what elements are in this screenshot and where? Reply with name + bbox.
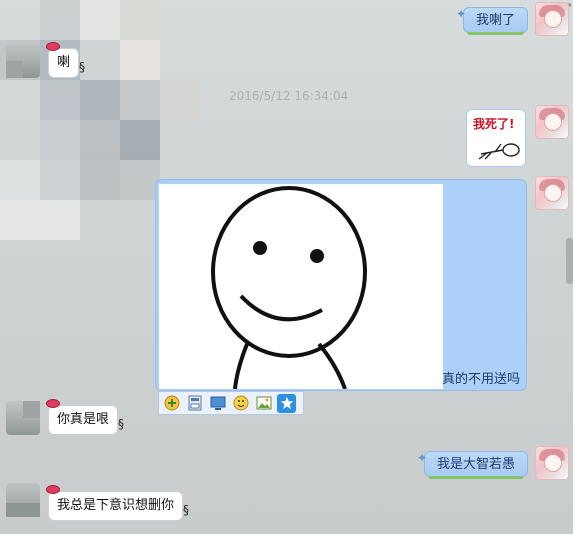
hook-decoration-icon: §	[79, 60, 86, 74]
hook-decoration-icon: §	[183, 503, 190, 517]
fairy-decoration-icon: ✦	[417, 451, 428, 465]
message-bubble-sent[interactable]: ✦ 我是大智若愚	[417, 451, 529, 479]
message-text: 我喇了	[476, 13, 516, 28]
lips-decoration-icon	[46, 485, 60, 494]
message-bubble-received[interactable]: 我总是下意识想删你 §	[46, 485, 189, 521]
timestamp: 2016/5/12 16:34:04	[229, 89, 349, 103]
lips-decoration-icon	[46, 42, 60, 51]
message-text: 喇	[57, 55, 71, 70]
favorite-icon[interactable]	[277, 393, 296, 413]
bubble-underline	[467, 32, 525, 35]
message-text: 我总是下意识想删你	[57, 498, 175, 513]
avatar[interactable]	[535, 446, 569, 480]
scrollbar-thumb[interactable]	[566, 238, 573, 284]
screen-icon[interactable]	[208, 394, 227, 413]
emoticon-icon[interactable]	[231, 394, 250, 413]
message-bubble-sent[interactable]: ✦ 我喇了	[456, 7, 529, 35]
smiley-face-drawing	[211, 186, 367, 389]
bubble-underline	[428, 476, 525, 479]
image-action-toolbar	[158, 391, 304, 415]
sticker-message[interactable]: 我死了!	[466, 109, 526, 167]
sticker-text: 我死了!	[473, 117, 515, 131]
message-bubble-received[interactable]: 喇 §	[46, 42, 85, 78]
message-text: 你真是哏	[57, 412, 110, 427]
hook-decoration-icon: §	[118, 417, 125, 431]
avatar[interactable]	[6, 44, 40, 78]
avatar[interactable]	[535, 105, 569, 139]
add-emoji-icon[interactable]	[162, 394, 181, 413]
lying-figure-icon	[478, 143, 520, 160]
avatar[interactable]	[535, 2, 569, 36]
smiley-image[interactable]	[159, 184, 443, 389]
message-bubble-received[interactable]: 你真是哏 §	[46, 399, 124, 435]
fairy-decoration-icon: ✦	[456, 7, 467, 21]
avatar[interactable]	[6, 483, 40, 517]
image-caption: 真的不用送吗	[441, 372, 520, 387]
picture-icon[interactable]	[254, 394, 273, 413]
avatar[interactable]	[535, 176, 569, 210]
image-message-bubble[interactable]: 真的不用送吗	[155, 179, 527, 391]
lips-decoration-icon	[46, 399, 60, 408]
avatar[interactable]	[6, 401, 40, 435]
save-icon[interactable]	[185, 394, 204, 413]
message-text: 我是大智若愚	[437, 457, 516, 472]
